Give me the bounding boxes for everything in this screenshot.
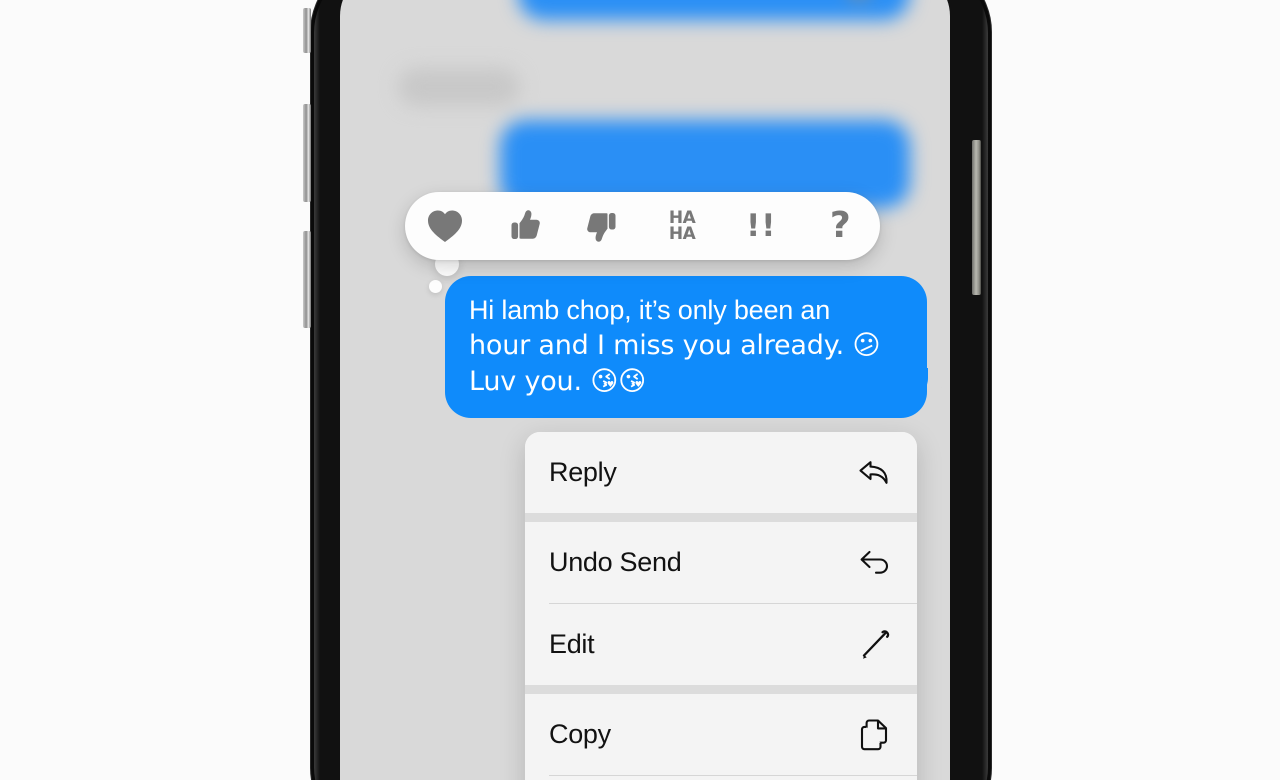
heart-icon[interactable] [414, 195, 476, 257]
question-label: ? [829, 205, 851, 246]
page-canvas: HA HA !! ? Hi lamb chop, it’s only been … [0, 0, 1280, 780]
tapback-reaction-bar[interactable]: HA HA !! ? [405, 192, 880, 260]
question-icon[interactable]: ? [809, 195, 871, 257]
exclamation-icon[interactable]: !! [730, 195, 792, 257]
menu-separator-thick-1 [525, 513, 917, 522]
message-line-2: hour and I miss you already. 😕 [469, 330, 881, 361]
haha-line-2: HA [668, 224, 696, 244]
received-bubble-blurred [398, 68, 520, 106]
reply-arrow-icon [858, 458, 892, 488]
side-power-button[interactable] [972, 140, 981, 295]
sent-bubble-blurred-1 [518, 0, 910, 20]
undo-arrow-icon [858, 548, 892, 578]
message-line-1: Hi lamb chop, it’s only been an [469, 295, 831, 325]
message-line-3: Luv you. 😘😘 [469, 366, 647, 397]
menu-item-copy-label: Copy [549, 719, 611, 749]
menu-item-reply-label: Reply [549, 457, 617, 487]
volume-up-button[interactable] [303, 104, 311, 202]
phone-screen: HA HA !! ? Hi lamb chop, it’s only been … [340, 0, 950, 780]
menu-item-reply[interactable]: Reply [525, 432, 917, 513]
exclamation-label: !! [746, 208, 777, 244]
menu-item-copy[interactable]: Copy [525, 694, 917, 775]
menu-item-edit[interactable]: Edit [525, 604, 917, 685]
copy-documents-icon [858, 718, 892, 752]
menu-separator-thick-2 [525, 685, 917, 694]
message-bubble-sent[interactable]: Hi lamb chop, it’s only been an hour and… [445, 276, 927, 418]
message-context-menu[interactable]: Reply Undo Send Edit Copy [525, 432, 917, 780]
thumbs-down-icon[interactable] [572, 195, 634, 257]
volume-down-button[interactable] [303, 231, 311, 328]
pencil-icon [858, 629, 892, 661]
menu-item-partial-hidden[interactable] [525, 776, 917, 780]
menu-item-undo-send-label: Undo Send [549, 547, 682, 577]
menu-item-undo-send[interactable]: Undo Send [525, 522, 917, 603]
silent-switch[interactable] [303, 8, 311, 53]
thumbs-up-icon[interactable] [493, 195, 555, 257]
menu-item-edit-label: Edit [549, 629, 595, 659]
haha-icon[interactable]: HA HA [651, 195, 713, 257]
tapback-tail-small [429, 280, 442, 293]
